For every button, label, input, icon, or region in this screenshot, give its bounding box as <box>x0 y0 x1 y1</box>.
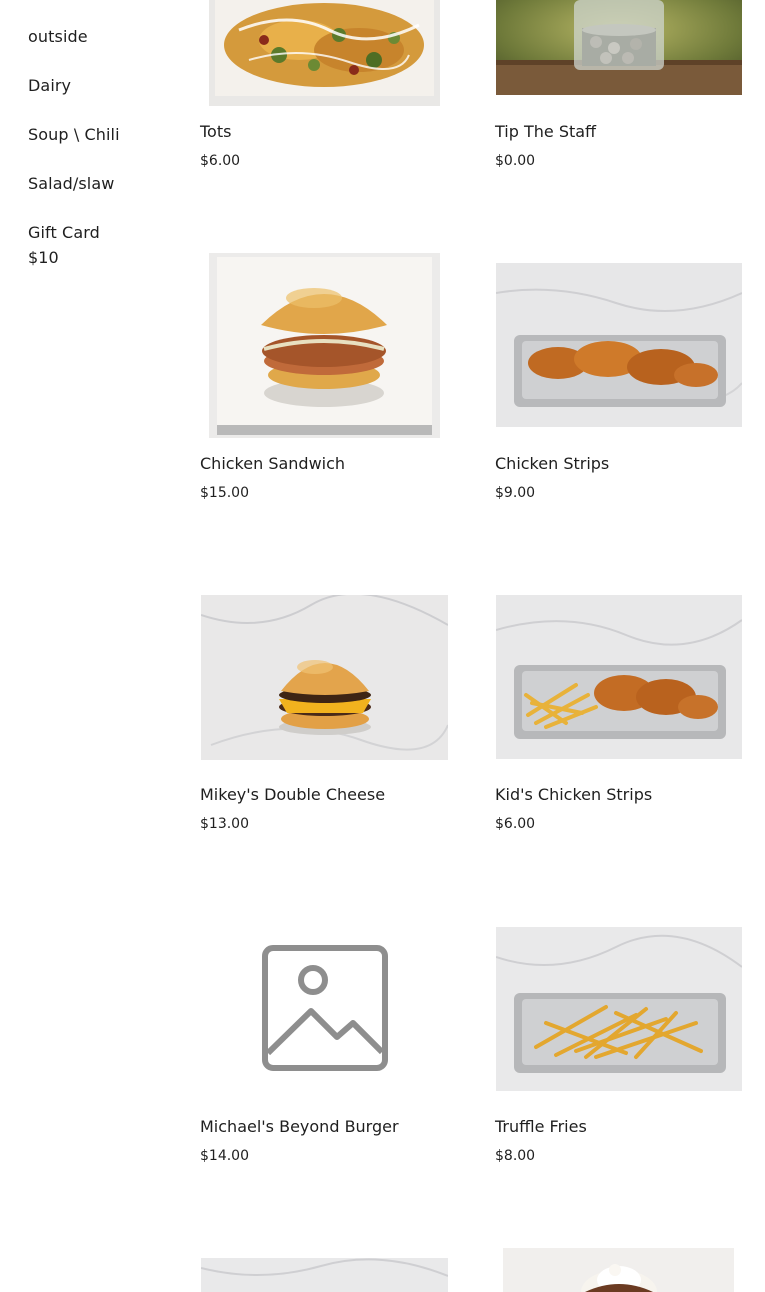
menu-item-mikeys-double-cheese[interactable]: Mikey's Double Cheese $13.00 <box>200 595 460 845</box>
tip-jar-photo[interactable] <box>496 0 742 95</box>
item-price: $9.00 <box>495 485 536 501</box>
item-price: $6.00 <box>200 153 241 169</box>
marble-tray-photo[interactable] <box>201 1258 448 1292</box>
image-placeholder-icon[interactable] <box>201 927 448 1092</box>
item-price: $0.00 <box>495 153 536 169</box>
menu-item-tots[interactable]: Tots $6.00 <box>200 0 460 180</box>
item-name: Kid's Chicken Strips <box>495 785 653 804</box>
menu-item-partial-right[interactable] <box>495 1248 755 1292</box>
item-price: $15.00 <box>200 485 249 501</box>
cheeseburger-photo[interactable] <box>201 595 448 760</box>
item-name: Tots <box>200 122 232 141</box>
item-name: Mikey's Double Cheese <box>200 785 386 804</box>
item-name: Chicken Sandwich <box>200 454 346 473</box>
tots-photo[interactable] <box>209 0 440 106</box>
item-price: $8.00 <box>495 1148 536 1164</box>
truffle-fries-photo[interactable] <box>496 927 742 1091</box>
item-name: Michael's Beyond Burger <box>200 1117 399 1136</box>
item-price: $6.00 <box>495 816 536 832</box>
menu-item-chicken-strips[interactable]: Chicken Strips $9.00 <box>495 263 755 513</box>
item-price: $14.00 <box>200 1148 249 1164</box>
item-name: Truffle Fries <box>495 1117 587 1136</box>
whipped-cream-dessert-photo[interactable] <box>503 1248 734 1292</box>
chicken-strips-photo[interactable] <box>496 263 742 427</box>
menu-item-chicken-sandwich[interactable]: Chicken Sandwich $15.00 <box>200 253 460 513</box>
menu-item-kids-chicken-strips[interactable]: Kid's Chicken Strips $6.00 <box>495 595 755 845</box>
menu-item-michaels-beyond-burger[interactable]: Michael's Beyond Burger $14.00 <box>200 927 460 1177</box>
item-price: $13.00 <box>200 816 249 832</box>
menu-item-tip-the-staff[interactable]: Tip The Staff $0.00 <box>495 0 755 180</box>
menu-grid: Tots $6.00 Tip The Staff $0.00 Chicken S… <box>0 0 765 1292</box>
item-name: Chicken Strips <box>495 454 610 473</box>
chicken-sandwich-photo[interactable] <box>209 253 440 438</box>
item-name: Tip The Staff <box>495 122 597 141</box>
menu-item-truffle-fries[interactable]: Truffle Fries $8.00 <box>495 927 755 1177</box>
kids-chicken-strips-photo[interactable] <box>496 595 742 759</box>
menu-item-partial-left[interactable] <box>200 1258 460 1292</box>
